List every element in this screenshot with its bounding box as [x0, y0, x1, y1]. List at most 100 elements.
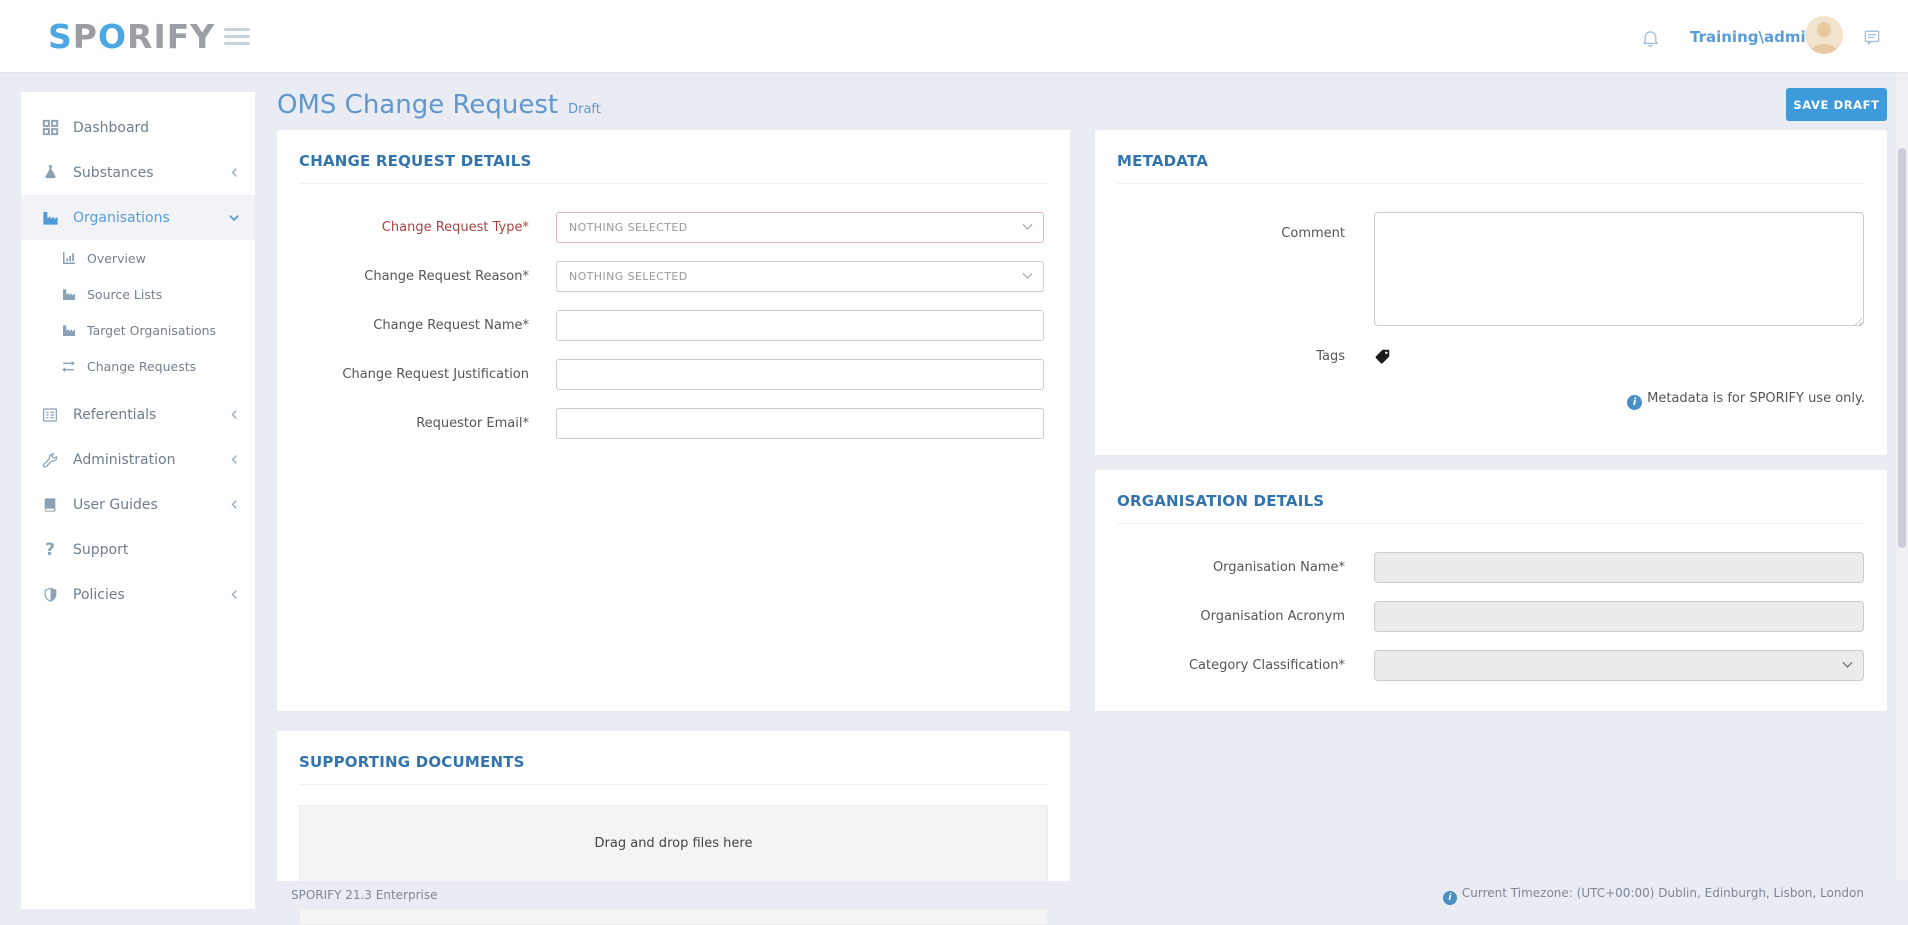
requestor-email-input[interactable]: [556, 408, 1044, 439]
change-request-details-panel: CHANGE REQUEST DETAILS Change Request Ty…: [277, 130, 1070, 711]
sidebar-item-substances[interactable]: Substances: [21, 150, 255, 195]
top-header: SPORIFY Training\admin: [0, 0, 1908, 72]
footer-bar: SPORIFY 21.3 Enterprise iCurrent Timezon…: [255, 881, 1908, 909]
chevron-left-icon: [229, 167, 240, 178]
divider: [299, 784, 1048, 785]
metadata-note: iMetadata is for SPORIFY use only.: [1117, 391, 1865, 410]
panel-title: CHANGE REQUEST DETAILS: [299, 152, 1048, 170]
change-request-reason-select[interactable]: NOTHING SELECTED: [556, 261, 1044, 292]
category-classification-select: [1374, 650, 1864, 681]
sidebar-item-label: Dashboard: [73, 120, 149, 136]
select-value: NOTHING SELECTED: [569, 221, 688, 234]
bar-chart-icon: [60, 250, 77, 267]
field-label-category-classification: Category Classification*: [1117, 658, 1345, 673]
info-icon: i: [1443, 891, 1457, 905]
field-label-requestor-email: Requestor Email*: [299, 416, 529, 431]
tag-icon[interactable]: [1374, 348, 1391, 365]
factory-icon: [60, 286, 77, 303]
page-title-text: OMS Change Request: [277, 90, 558, 120]
sidebar-item-organisations[interactable]: Organisations: [21, 195, 255, 240]
book-icon: [40, 495, 60, 515]
footer-timezone: iCurrent Timezone: (UTC+00:00) Dublin, E…: [1443, 886, 1864, 905]
sidebar-item-label: Administration: [73, 452, 175, 468]
sidebar-item-label: User Guides: [73, 497, 158, 513]
field-label-change-request-justification: Change Request Justification: [299, 367, 529, 382]
field-label-organisation-name: Organisation Name*: [1117, 560, 1345, 575]
chevron-down-icon: [1023, 269, 1033, 279]
dashboard-grid-icon: [40, 118, 60, 138]
menu-toggle-icon[interactable]: [224, 28, 250, 49]
notifications-bell-icon[interactable]: [1640, 26, 1661, 50]
organisation-acronym-input: [1374, 601, 1864, 632]
sidebar-item-administration[interactable]: Administration: [21, 437, 255, 482]
shield-icon: [40, 585, 60, 605]
scrollbar-track: [1896, 72, 1908, 881]
field-label-change-request-name: Change Request Name*: [299, 318, 529, 333]
factory-icon: [60, 322, 77, 339]
sidebar-item-dashboard[interactable]: Dashboard: [21, 105, 255, 150]
sidebar-subitem-target-organisations[interactable]: Target Organisations: [21, 312, 255, 348]
metadata-panel: METADATA Comment Tags iMetadata is for S…: [1095, 130, 1887, 455]
sidebar-item-referentials[interactable]: Referentials: [21, 392, 255, 437]
flask-icon: [40, 163, 60, 183]
factory-icon: [40, 208, 60, 228]
sidebar-subitem-source-lists[interactable]: Source Lists: [21, 276, 255, 312]
footer-version: SPORIFY 21.3 Enterprise: [291, 888, 437, 902]
sidebar-item-label: Policies: [73, 587, 125, 603]
question-mark-icon: ?: [40, 540, 60, 560]
chevron-down-icon: [1023, 220, 1033, 230]
page-title: OMS Change Request Draft: [277, 90, 601, 120]
change-request-justification-input[interactable]: [556, 359, 1044, 390]
list-table-icon: [40, 405, 60, 425]
panel-title: ORGANISATION DETAILS: [1117, 492, 1865, 510]
sidebar-subitem-label: Source Lists: [87, 287, 162, 302]
divider: [299, 183, 1048, 184]
sidebar-item-user-guides[interactable]: User Guides: [21, 482, 255, 527]
sidebar-item-label: Support: [73, 542, 128, 558]
sidebar-subitem-label: Overview: [87, 251, 146, 266]
sidebar-subitem-overview[interactable]: Overview: [21, 240, 255, 276]
panel-title: METADATA: [1117, 152, 1865, 170]
chevron-left-icon: [229, 409, 240, 420]
divider: [1117, 183, 1865, 184]
save-draft-button[interactable]: SAVE DRAFT: [1786, 88, 1887, 121]
chevron-left-icon: [229, 499, 240, 510]
sidebar-item-label: Referentials: [73, 407, 156, 423]
field-label-comment: Comment: [1117, 212, 1345, 241]
logo-seg: RIFY: [127, 17, 215, 56]
change-request-name-input[interactable]: [556, 310, 1044, 341]
organisation-details-panel: ORGANISATION DETAILS Organisation Name* …: [1095, 470, 1887, 711]
logo-seg: P: [73, 17, 98, 56]
field-label-change-request-reason: Change Request Reason*: [299, 269, 529, 284]
sidebar-subitem-label: Target Organisations: [87, 323, 216, 338]
chevron-down-icon: [1843, 658, 1853, 668]
select-value: NOTHING SELECTED: [569, 270, 688, 283]
change-request-type-select[interactable]: NOTHING SELECTED: [556, 212, 1044, 243]
feedback-chat-icon[interactable]: [1862, 28, 1882, 47]
sidebar-item-policies[interactable]: Policies: [21, 572, 255, 617]
field-label-organisation-acronym: Organisation Acronym: [1117, 609, 1345, 624]
sidebar-nav: Dashboard Substances Organisations Overv…: [21, 92, 255, 909]
sidebar-subitem-change-requests[interactable]: Change Requests: [21, 348, 255, 384]
sidebar-item-support[interactable]: ? Support: [21, 527, 255, 572]
sidebar-item-label: Organisations: [73, 210, 170, 226]
metadata-note-text: Metadata is for SPORIFY use only.: [1647, 391, 1865, 406]
swap-arrows-icon: [60, 358, 77, 375]
sidebar-subitem-label: Change Requests: [87, 359, 196, 374]
sporify-logo[interactable]: SPORIFY: [48, 0, 215, 72]
organisation-name-input: [1374, 552, 1864, 583]
user-menu[interactable]: Training\admin: [1690, 28, 1816, 46]
divider: [1117, 523, 1865, 524]
chevron-left-icon: [229, 589, 240, 600]
avatar[interactable]: [1805, 16, 1843, 54]
status-badge: Draft: [568, 102, 601, 117]
logo-seg: S: [48, 17, 73, 56]
scrollbar-thumb[interactable]: [1898, 148, 1906, 548]
logo-seg: O: [98, 17, 127, 56]
comment-textarea[interactable]: [1374, 212, 1864, 326]
dropzone-text: Drag and drop files here: [595, 836, 753, 851]
chevron-left-icon: [229, 454, 240, 465]
field-label-tags: Tags: [1117, 349, 1345, 364]
chevron-down-icon: [228, 212, 240, 224]
wrench-icon: [40, 450, 60, 470]
